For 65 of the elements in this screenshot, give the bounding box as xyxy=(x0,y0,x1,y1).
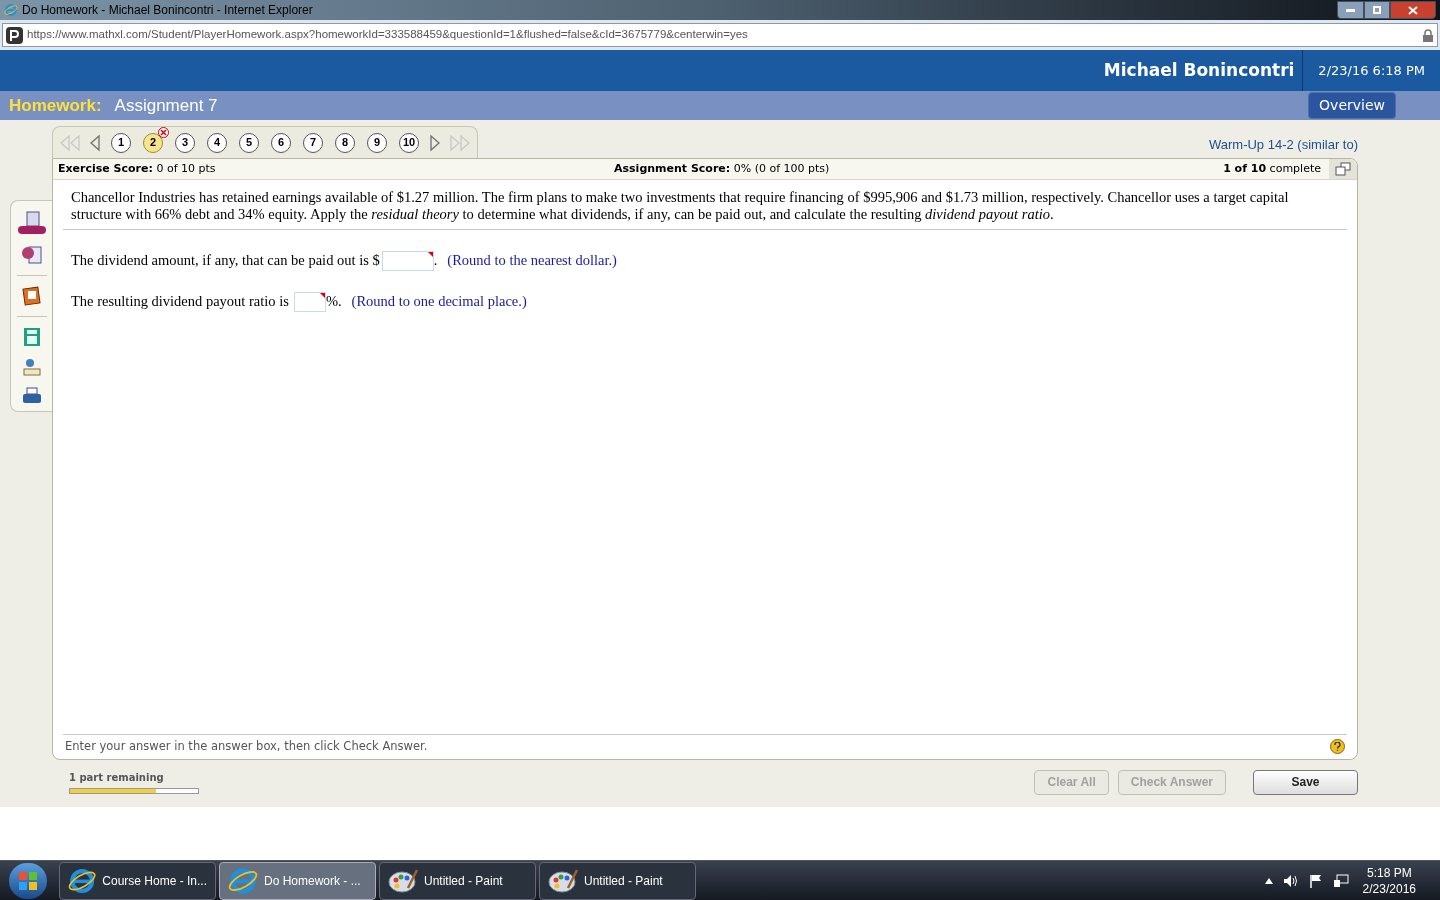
minimize-button[interactable] xyxy=(1337,1,1364,19)
overview-button[interactable]: Overview xyxy=(1308,92,1396,119)
rounding-hint: (Round to one decimal place.) xyxy=(351,291,527,311)
question-number[interactable]: 8 xyxy=(335,132,355,153)
book-icon[interactable] xyxy=(21,286,42,306)
help-document-icon[interactable] xyxy=(20,245,43,265)
exercise-score: Exercise Score: 0 of 10 pts xyxy=(58,160,217,177)
printer-icon[interactable] xyxy=(21,387,42,405)
windows-logo-icon xyxy=(19,871,37,890)
clock-date: 2/23/2016 xyxy=(1362,880,1416,897)
answer-suffix: . xyxy=(433,251,438,270)
popout-button[interactable] xyxy=(1329,159,1357,179)
browser-logo-icon xyxy=(4,3,18,17)
calculator-icon[interactable] xyxy=(22,327,41,347)
taskbar-button[interactable]: Do Homework - ... xyxy=(219,861,376,900)
question-list-icon[interactable] xyxy=(16,211,47,235)
question-number[interactable]: 9 xyxy=(367,132,387,153)
close-icon xyxy=(1408,5,1418,15)
question-number[interactable]: 3 xyxy=(175,132,195,153)
question-number[interactable]: 2 xyxy=(143,132,163,153)
assignment-score: Assignment Score: 0% (0 of 100 pts) xyxy=(614,160,830,177)
show-hidden-icons-icon[interactable] xyxy=(1264,877,1273,884)
site-icon xyxy=(6,26,23,44)
palette-icon xyxy=(388,867,418,894)
action-button[interactable]: Save xyxy=(1253,769,1358,795)
user-name: Michael Bonincontri xyxy=(1102,58,1296,82)
question-number[interactable]: 10 xyxy=(399,132,419,153)
window-title: Do Homework - Michael Bonincontri - Internet Explorer xyxy=(22,2,313,19)
answer-prompt: The resulting dividend payout ratio is xyxy=(71,291,289,311)
rounding-hint: (Round to the nearest dollar.) xyxy=(447,251,617,270)
question-number[interactable]: 4 xyxy=(207,132,227,153)
taskbar-button[interactable]: Untitled - Paint xyxy=(379,861,536,900)
start-button[interactable] xyxy=(9,862,47,899)
question-text: Chancellor Industries has retained earnings available of $1.27 million. The firm plans to make two investments that require financing of $995,906 and $1.73 million, respectively. Chancellor uses a target capital structure with 66% debt and 34% equity. Apply the residual theory to determine what dividends, if any, can be paid out, and calculate the resulting dividend payout ratio. xyxy=(63,180,1347,230)
lock-icon xyxy=(1423,28,1433,42)
exercise-title: Warm-Up 14-2 (similar to) xyxy=(1208,135,1358,154)
instruction-text: Enter your answer in the answer box, then click Check Answer. xyxy=(65,737,428,755)
url-text: https://www.mathxl.com/Student/PlayerHomework.aspx?homeworkId=333588459&questionId=1&flushed=false&cId=3675779&centerwin=yes xyxy=(27,27,748,43)
restore-icon xyxy=(1373,6,1381,14)
parts-remaining: 1 part remaining xyxy=(69,771,165,785)
clock-time: 5:18 PM xyxy=(1366,864,1412,881)
question-number[interactable]: 1 xyxy=(111,132,131,153)
close-button[interactable] xyxy=(1390,1,1436,19)
answer-suffix: %. xyxy=(325,291,342,311)
assignment-title: Assignment 7 xyxy=(114,94,218,117)
question-number[interactable]: 6 xyxy=(271,132,291,153)
previous-arrow-icon[interactable] xyxy=(89,133,101,152)
question-number[interactable]: 7 xyxy=(303,132,323,153)
flag-icon[interactable] xyxy=(1308,873,1323,888)
homework-label: Homework: xyxy=(9,94,102,117)
palette-icon xyxy=(548,867,578,894)
network-icon[interactable] xyxy=(1332,873,1349,888)
help-icon[interactable] xyxy=(1330,739,1345,754)
address-field[interactable]: https://www.mathxl.com/Student/PlayerHomework.aspx?homeworkId=333588459&questionId=1&flushed=false&cId=3675779&centerwin=yes xyxy=(2,23,1438,47)
completion-status: 1 of 10 complete xyxy=(1223,160,1321,177)
answer-prompt: The dividend amount, if any, that can be paid out is $ xyxy=(71,251,380,270)
question-number[interactable]: 5 xyxy=(239,132,259,153)
browser-logo-icon xyxy=(228,865,258,896)
next-arrow-icon[interactable] xyxy=(429,133,441,152)
minimize-icon xyxy=(1346,8,1355,12)
taskbar-button[interactable]: Course Home - In... xyxy=(59,861,216,900)
answer-box[interactable] xyxy=(293,291,326,312)
restore-button[interactable] xyxy=(1364,1,1390,19)
speaker-icon[interactable] xyxy=(1282,873,1299,888)
taskbar-button[interactable]: Untitled - Paint xyxy=(539,861,696,900)
